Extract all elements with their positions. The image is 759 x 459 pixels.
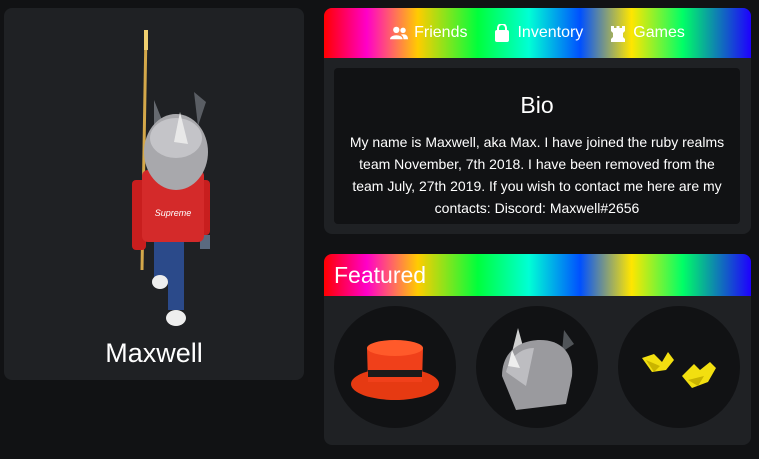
featured-card: Featured	[324, 254, 751, 445]
red-top-hat-icon	[351, 340, 439, 400]
yellow-shoes-icon	[642, 352, 716, 388]
featured-title: Featured	[334, 261, 427, 288]
avatar: Supreme	[132, 30, 210, 326]
nav-friends-label: Friends	[414, 24, 468, 41]
bio-title: Bio	[520, 92, 554, 118]
featured-item-hat[interactable]	[334, 306, 456, 428]
nav-bio-card: Friends Inventory Games Bio My name is M…	[324, 8, 751, 234]
featured-item-shoes[interactable]	[618, 306, 740, 428]
rhino-head-icon	[502, 328, 574, 410]
nav-bar: Friends Inventory Games	[324, 8, 751, 58]
username: Maxwell	[105, 338, 203, 368]
shirt-logo: Supreme	[155, 208, 192, 218]
nav-games[interactable]: Games	[609, 24, 685, 42]
featured-item-rhino-head[interactable]	[476, 306, 598, 428]
featured-header: Featured	[324, 254, 751, 296]
chess-rook-icon	[611, 26, 626, 42]
shopping-bag-icon	[495, 24, 510, 42]
bio-panel: Bio My name is Maxwell, aka Max. I have …	[334, 68, 740, 224]
nav-inventory-label: Inventory	[517, 24, 584, 41]
nav-inventory[interactable]: Inventory	[493, 24, 583, 42]
users-icon	[390, 26, 409, 40]
profile-card: Supreme Maxwell	[4, 8, 304, 380]
bio-text: My name is Maxwell, aka Max. I have join…	[349, 134, 725, 216]
nav-friends[interactable]: Friends	[390, 24, 467, 42]
nav-games-label: Games	[633, 24, 685, 41]
